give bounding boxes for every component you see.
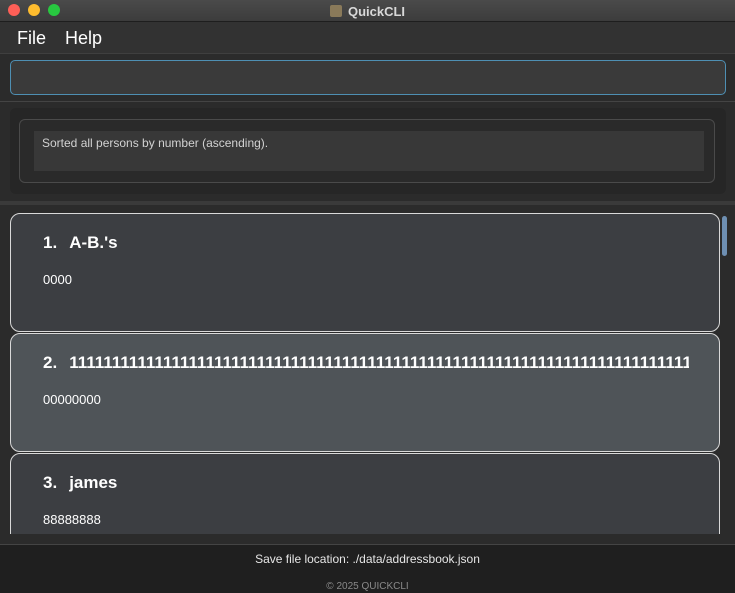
person-phone: 00000000 <box>43 392 101 407</box>
person-card[interactable]: 3. james 88888888 <box>10 453 720 534</box>
person-title: 2. 11111111111111111111111111111111111111… <box>43 353 689 373</box>
person-index: 1. <box>43 233 58 252</box>
person-phone: 0000 <box>43 272 72 287</box>
title-bar: QuickCLI <box>0 0 735 22</box>
person-list: 1. A-B.'s 0000 2. 111111111111111111111111… <box>0 205 735 534</box>
command-input[interactable] <box>10 60 726 95</box>
list-scrollbar[interactable] <box>721 210 728 530</box>
person-title: 3. james <box>43 473 689 493</box>
menu-file[interactable]: File <box>17 28 46 49</box>
person-card[interactable]: 1. A-B.'s 0000 <box>10 213 720 332</box>
person-phone: 88888888 <box>43 512 101 527</box>
person-name: A-B.'s <box>69 233 118 252</box>
menu-bar: File Help <box>0 22 735 54</box>
result-message: Sorted all persons by number (ascending)… <box>34 131 704 171</box>
window-title-group: QuickCLI <box>0 0 735 22</box>
app-icon <box>329 5 342 17</box>
person-index: 2. <box>43 353 58 372</box>
person-name: 1111111111111111111111111111111111111111… <box>69 353 689 372</box>
person-card-selected[interactable]: 2. 11111111111111111111111111111111111111… <box>10 333 720 452</box>
person-name: james <box>69 473 118 492</box>
save-file-location: Save file location: ./data/addressbook.j… <box>255 552 480 566</box>
status-bar: Save file location: ./data/addressbook.j… <box>0 544 735 593</box>
list-scrollbar-thumb[interactable] <box>722 216 727 256</box>
person-index: 3. <box>43 473 58 492</box>
person-title: 1. A-B.'s <box>43 233 689 253</box>
window-title: QuickCLI <box>347 3 406 19</box>
result-display-frame: Sorted all persons by number (ascending)… <box>19 119 715 183</box>
copyright-text: © 2025 QUICKCLI <box>326 581 409 592</box>
result-display-panel: Sorted all persons by number (ascending)… <box>10 108 726 194</box>
command-box-container <box>0 54 735 102</box>
menu-help[interactable]: Help <box>65 28 102 49</box>
